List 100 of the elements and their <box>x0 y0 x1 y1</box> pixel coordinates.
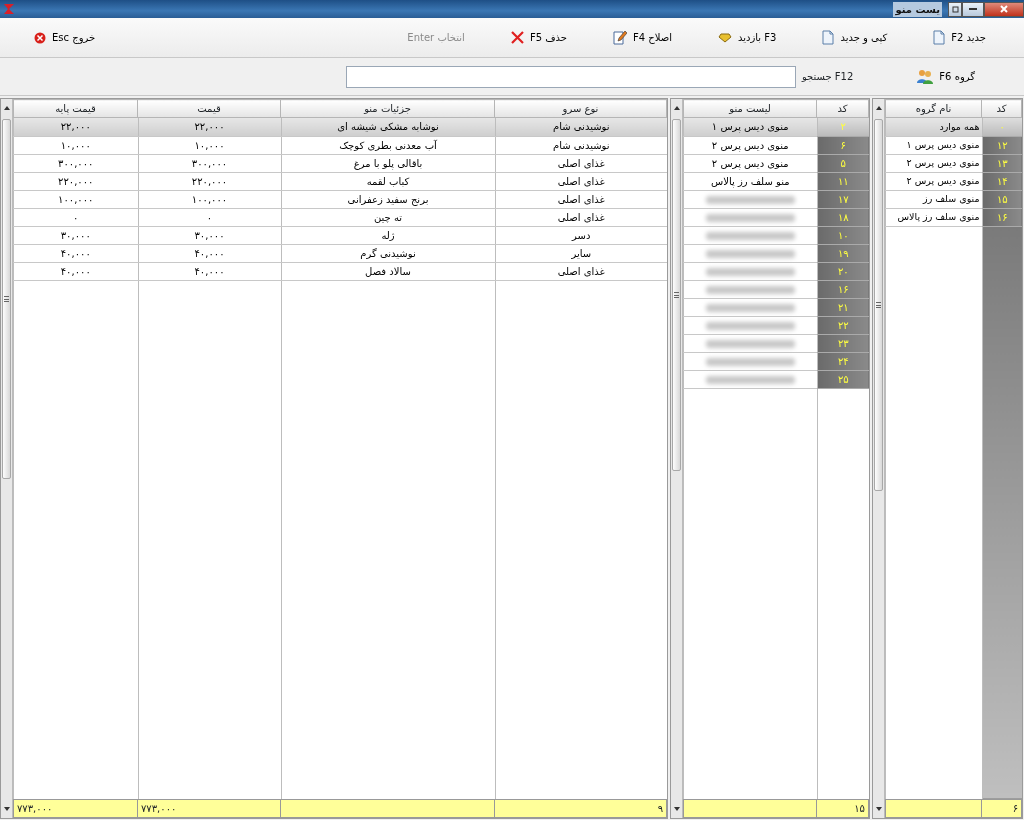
scrollbar[interactable] <box>873 99 885 818</box>
delete-icon <box>510 31 524 44</box>
toolbar-button[interactable]: کپی و جدید <box>818 28 892 47</box>
table-cell: سایر <box>495 244 667 262</box>
table-cell: برنج سفید زعفرانی <box>281 190 495 208</box>
scroll-thumb[interactable] <box>672 119 681 471</box>
group-list-item[interactable]: منوی دیس پرس ۲ <box>885 172 982 190</box>
code-cell: ۰ <box>982 118 1022 136</box>
column-header[interactable]: نوع سرو <box>494 99 667 118</box>
scrollbar[interactable] <box>671 99 683 818</box>
scroll-up-icon[interactable] <box>673 106 680 110</box>
table-cell: ۳۰۰,۰۰۰ <box>138 154 281 172</box>
scroll-up-icon[interactable] <box>875 106 882 110</box>
window-title: یست منو <box>893 1 942 17</box>
table-cell: غذای اصلی <box>495 190 667 208</box>
table-cell: ۰ <box>138 208 281 226</box>
total-cell: ۷۷۳,۰۰۰ <box>137 799 281 818</box>
group-button[interactable]: گروه F6 <box>913 67 979 86</box>
table-cell: ۱۰,۰۰۰ <box>13 136 138 154</box>
table-cell: دسر <box>495 226 667 244</box>
table-cell: غذای اصلی <box>495 208 667 226</box>
table-cell: نوشابه مشکی شیشه ای <box>281 118 495 136</box>
menu-list-item[interactable]: منوی دیس پرس ۱ <box>683 118 817 136</box>
scroll-down-icon[interactable] <box>875 807 882 811</box>
table-cell: غذای اصلی <box>495 154 667 172</box>
total-cell: ۹ <box>494 799 667 818</box>
restore-button[interactable] <box>948 1 962 17</box>
group-list-item[interactable]: منوی دیس پرس ۲ <box>885 154 982 172</box>
scroll-thumb[interactable] <box>874 119 883 491</box>
scroll-thumb[interactable] <box>2 119 11 479</box>
table-cell: ۲۲,۰۰۰ <box>138 118 281 136</box>
gem-icon <box>718 32 732 43</box>
menu-list-item[interactable]: منوی دیس پرس ۲ <box>683 154 817 172</box>
total-cell: ۶ <box>981 799 1022 818</box>
table-cell: ۲۲,۰۰۰ <box>13 118 138 136</box>
exit-icon <box>34 31 46 44</box>
scroll-down-icon[interactable] <box>673 807 680 811</box>
grip-icon <box>876 302 881 308</box>
table-cell: باقالی پلو با مرغ <box>281 154 495 172</box>
column-header[interactable]: قیمت پایه <box>13 99 138 118</box>
minimize-button[interactable] <box>962 1 984 17</box>
search-label: F12 جستجو <box>801 70 854 84</box>
column-header[interactable]: قیمت <box>137 99 281 118</box>
document-icon <box>822 30 835 45</box>
search-field[interactable] <box>345 65 796 88</box>
toolbar-button[interactable]: حذف F5 <box>506 28 571 47</box>
table-cell: ۱۰۰,۰۰۰ <box>13 190 138 208</box>
code-cell: ۲ <box>817 118 869 136</box>
table-cell: ۴۰,۰۰۰ <box>138 262 281 280</box>
group-list-item[interactable]: منوی سلف رز <box>885 190 982 208</box>
table-cell: ۱۰,۰۰۰ <box>138 136 281 154</box>
menu-list-item[interactable]: منو سلف رز پالاس <box>683 172 817 190</box>
restore-icon <box>951 5 959 13</box>
toolbar-button[interactable]: اصلاح F4 <box>609 28 676 47</box>
table-cell: ۴۰,۰۰۰ <box>13 262 138 280</box>
scrollbar[interactable] <box>1 99 13 818</box>
close-button[interactable] <box>984 1 1024 17</box>
app-icon <box>2 2 16 16</box>
column-header[interactable]: کد <box>981 99 1022 118</box>
table-cell: ۲۲۰,۰۰۰ <box>13 172 138 190</box>
table-cell: ته چین <box>281 208 495 226</box>
table-cell: ۲۲۰,۰۰۰ <box>138 172 281 190</box>
total-cell: ۷۷۳,۰۰۰ <box>13 799 138 818</box>
close-icon <box>1000 5 1008 13</box>
table-cell: غذای اصلی <box>495 262 667 280</box>
group-list-item[interactable]: منوی سلف رز پالاس <box>885 208 982 226</box>
table-cell: ۱۰۰,۰۰۰ <box>138 190 281 208</box>
toolbar-button[interactable]: جدید F2 <box>929 28 990 47</box>
pencil-icon <box>613 30 627 45</box>
table-cell: ۴۰,۰۰۰ <box>13 244 138 262</box>
table-cell: ۳۰,۰۰۰ <box>138 226 281 244</box>
document-icon <box>933 30 946 45</box>
table-cell: آب معدنی بطری کوچک <box>281 136 495 154</box>
menu-list-item[interactable]: منوی دیس پرس ۲ <box>683 136 817 154</box>
column-header[interactable]: جزئیات منو <box>280 99 495 118</box>
table-cell: ۴۰,۰۰۰ <box>138 244 281 262</box>
table-cell: ۳۰,۰۰۰ <box>13 226 138 244</box>
column-header[interactable]: نام گروه <box>885 99 982 118</box>
toolbar-button[interactable]: خروج Esc <box>30 28 100 47</box>
grip-icon <box>674 292 679 298</box>
table-cell: سالاد فصل <box>281 262 495 280</box>
toolbar-button[interactable]: F3 بازدید <box>714 28 781 47</box>
table-cell: ۳۰۰,۰۰۰ <box>13 154 138 172</box>
group-list-item[interactable]: همه موارد <box>885 118 982 136</box>
table-cell: نوشیدنی گرم <box>281 244 495 262</box>
minimize-icon <box>969 8 977 10</box>
column-header[interactable]: کد <box>816 99 869 118</box>
table-cell: کباب لقمه <box>281 172 495 190</box>
scroll-up-icon[interactable] <box>3 106 10 110</box>
total-cell: ۱۵ <box>816 799 869 818</box>
group-list-item[interactable]: منوی دیس پرس ۱ <box>885 136 982 154</box>
table-cell: نوشیدنی شام <box>495 118 667 136</box>
table-cell: غذای اصلی <box>495 172 667 190</box>
table-cell: نوشیدنی شام <box>495 136 667 154</box>
grip-icon <box>4 296 9 302</box>
people-icon <box>917 69 934 84</box>
table-cell: ژله <box>281 226 495 244</box>
table-cell: ۰ <box>13 208 138 226</box>
scroll-down-icon[interactable] <box>3 807 10 811</box>
column-header[interactable]: لیست منو <box>683 99 817 118</box>
